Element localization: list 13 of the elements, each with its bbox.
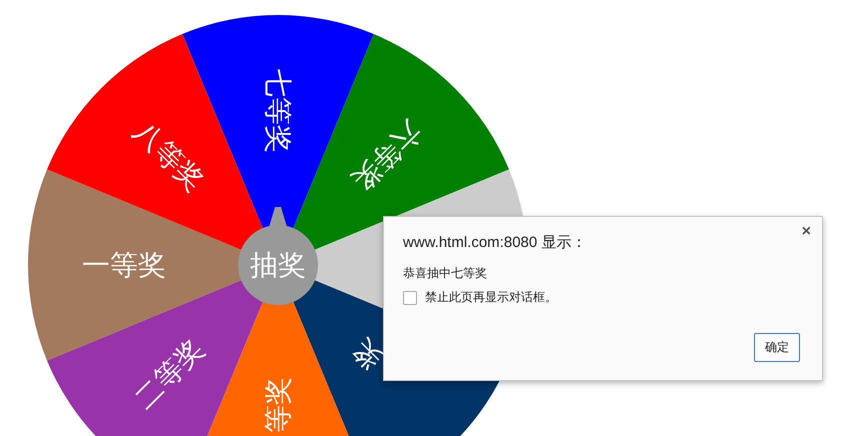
segment-label: 八等奖 [128,114,210,198]
segment-label: 七等奖 [262,69,294,153]
ok-button[interactable]: 确定 [754,333,800,362]
checkbox[interactable] [403,290,417,304]
checkbox-label: 禁止此页再显示对话框。 [425,289,557,306]
dialog-title: www.html.com:8080 显示： [403,233,588,253]
segment-label: 二等奖 [128,332,210,416]
segment-label: 六等奖 [346,114,428,198]
segment-label: 奖 [346,332,389,376]
dialog-message: 恭喜抽中七等奖 [403,265,488,281]
segment-label: 等奖 [262,377,294,433]
close-button[interactable]: × [800,223,813,241]
segment-label: 一等奖 [82,248,166,282]
